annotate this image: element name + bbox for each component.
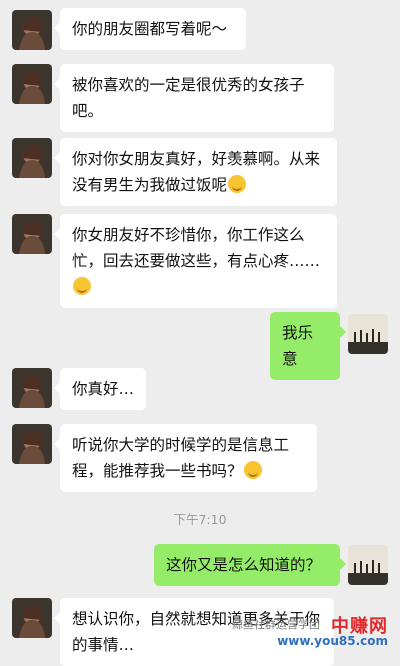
incoming-message-bubble[interactable]: 你女朋友好不珍惜你，你工作这么忙，回去还要做这些，有点心疼……: [54, 214, 337, 308]
contact-avatar[interactable]: [12, 138, 52, 178]
contact-avatar[interactable]: [12, 214, 52, 254]
user-avatar[interactable]: [348, 545, 388, 585]
message-text: 我乐意: [282, 324, 314, 368]
message-text: 你女朋友好不珍惜你，你工作这么忙，回去还要做这些，有点心疼……: [72, 226, 321, 270]
outgoing-message-bubble[interactable]: 我乐意: [270, 312, 346, 380]
incoming-message-bubble[interactable]: 听说你大学的时候学的是信息工程，能推荐我一些书吗？: [54, 424, 317, 492]
sad-emoji-icon: [73, 277, 91, 295]
watermark-url: www.you85.com: [277, 634, 388, 648]
incoming-message-bubble[interactable]: 你真好…: [54, 368, 146, 410]
user-avatar[interactable]: [348, 314, 388, 354]
message-text: 被你喜欢的一定是很优秀的女孩子吧。: [72, 76, 305, 120]
message-text: 这你又是怎么知道的？: [166, 556, 322, 574]
timestamp: 下午7:10: [173, 512, 227, 527]
contact-avatar[interactable]: [12, 368, 52, 408]
contact-avatar[interactable]: [12, 424, 52, 464]
outgoing-message-bubble[interactable]: 这你又是怎么知道的？: [154, 544, 346, 586]
watermark-channel: 鲸鱼社群运营学团: [232, 618, 320, 631]
contact-avatar[interactable]: [12, 598, 52, 638]
incoming-message-bubble[interactable]: 被你喜欢的一定是很优秀的女孩子吧。: [54, 64, 334, 132]
incoming-message-bubble[interactable]: 你的朋友圈都写着呢～: [54, 8, 246, 50]
embarrassed-emoji-icon: [228, 175, 247, 193]
incoming-message-bubble[interactable]: 你对你女朋友真好，好羡慕啊。从来没有男生为我做过饭呢: [54, 138, 337, 206]
grin-emoji-icon: [243, 461, 262, 479]
message-text: 你真好…: [72, 380, 135, 398]
contact-avatar[interactable]: [12, 10, 52, 50]
chat-window: 你的朋友圈都写着呢～ 被你喜欢的一定是很优秀的女孩子吧。 你对你女朋友真好，好羡…: [0, 0, 400, 666]
watermark: 鲸鱼社群运营学团 中赚网 www.you85.com: [232, 612, 392, 652]
contact-avatar[interactable]: [12, 64, 52, 104]
message-text: 你对你女朋友真好，好羡慕啊。从来没有男生为我做过饭呢: [72, 150, 321, 194]
message-text: 你的朋友圈都写着呢～: [72, 20, 228, 38]
